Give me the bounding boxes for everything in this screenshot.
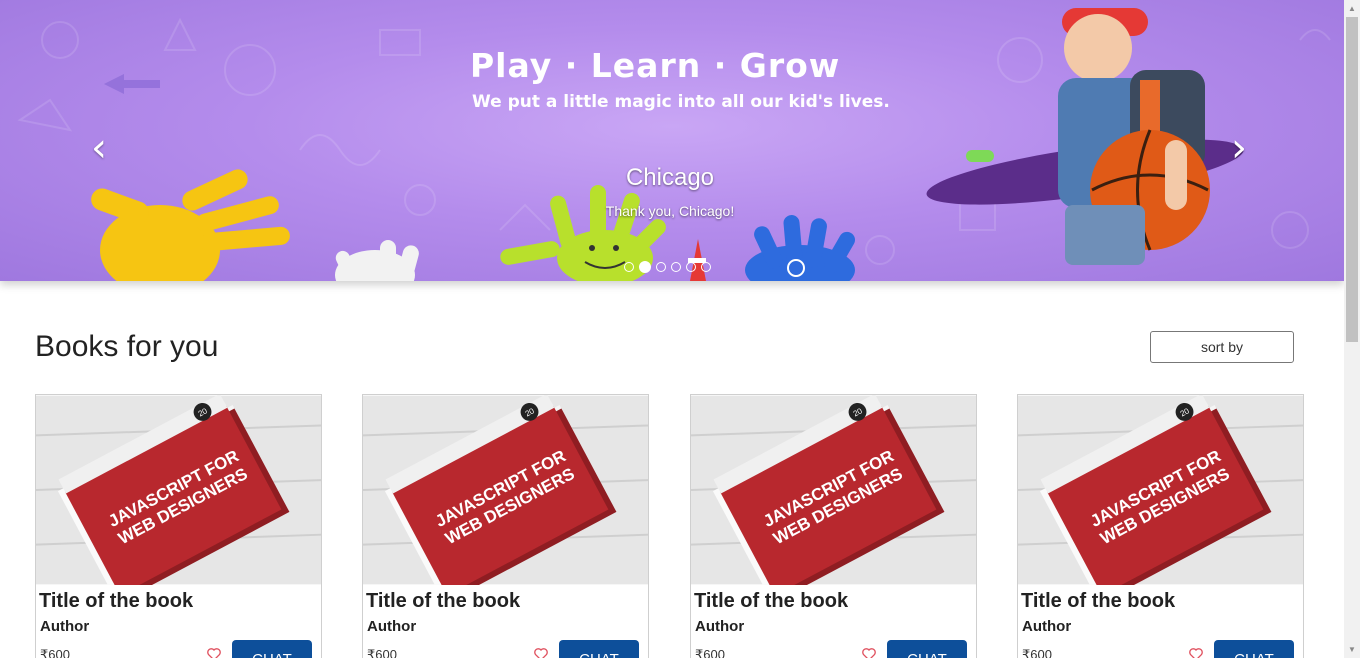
scrollbar-thumb[interactable] <box>1346 17 1358 342</box>
carousel-next-button[interactable]: › <box>1224 128 1254 168</box>
banner-headline: Play · Learn · Grow <box>470 46 841 85</box>
banner-subline: We put a little magic into all our kid's… <box>472 92 890 112</box>
carousel-caption-title: Chicago <box>625 164 715 191</box>
carousel-indicator-dot[interactable] <box>701 262 711 272</box>
chevron-right-icon: › <box>1231 125 1247 171</box>
carousel-indicator-dot[interactable] <box>656 262 666 272</box>
carousel-banner-image <box>17 8 1331 281</box>
chat-button[interactable]: CHAT <box>559 640 639 658</box>
book-title[interactable]: Title of the book <box>694 590 848 613</box>
chat-button[interactable]: CHAT <box>1214 640 1294 658</box>
book-card[interactable]: 20 JAVASCRIPT FOR WEB DESIGNERS Title of t… <box>362 394 649 658</box>
book-title[interactable]: Title of the book <box>366 590 520 613</box>
chevron-left-icon: ‹ <box>91 125 107 171</box>
book-title[interactable]: Title of the book <box>1021 590 1175 613</box>
carousel-indicator-dot[interactable] <box>686 262 696 272</box>
sort-by-button[interactable]: sort by <box>1150 331 1294 363</box>
heart-icon[interactable] <box>533 646 549 658</box>
section-title: Books for you <box>35 330 219 363</box>
heart-icon[interactable] <box>206 646 222 658</box>
book-author: Author <box>367 618 417 635</box>
book-cover-image: 20JAVASCRIPT FORWEB DESIGNERS <box>1018 395 1303 585</box>
book-author: Author <box>1022 618 1072 635</box>
book-author: Author <box>40 618 90 635</box>
carousel-indicators <box>624 261 711 274</box>
heart-icon[interactable] <box>861 646 877 658</box>
scroll-down-icon[interactable]: ▼ <box>1344 641 1360 658</box>
carousel-indicator-dot[interactable] <box>639 261 651 273</box>
chat-button[interactable]: CHAT <box>232 640 312 658</box>
chat-button[interactable]: CHAT <box>887 640 967 658</box>
page: Play · Learn · Grow We put a little magi… <box>0 0 1344 658</box>
page-scrollbar[interactable]: ▲ ▼ <box>1344 0 1360 658</box>
book-card[interactable]: 20 JAVASCRIPT FOR WEB DESIGNERS Title of t… <box>35 394 322 658</box>
book-card[interactable]: 20 JAVASCRIPT FOR WEB DESIGNERS Title of t… <box>1017 394 1304 658</box>
book-cover-image: 20JAVASCRIPT FORWEB DESIGNERS <box>36 395 321 585</box>
carousel-indicator-dot[interactable] <box>671 262 681 272</box>
book-price: ₹600 <box>367 647 397 658</box>
hero-carousel[interactable]: Play · Learn · Grow We put a little magi… <box>0 0 1344 281</box>
book-price: ₹600 <box>40 647 70 658</box>
book-price: ₹600 <box>695 647 725 658</box>
book-cover-image: 20JAVASCRIPT FORWEB DESIGNERS <box>363 395 648 585</box>
heart-icon[interactable] <box>1188 646 1204 658</box>
carousel-indicator-dot[interactable] <box>624 262 634 272</box>
book-cover-image: 20JAVASCRIPT FORWEB DESIGNERS <box>691 395 976 585</box>
book-price: ₹600 <box>1022 647 1052 658</box>
book-title[interactable]: Title of the book <box>39 590 193 613</box>
carousel-prev-button[interactable]: ‹ <box>84 128 114 168</box>
scroll-up-icon[interactable]: ▲ <box>1344 0 1360 17</box>
book-author: Author <box>695 618 745 635</box>
book-card[interactable]: 20 JAVASCRIPT FOR WEB DESIGNERS Title of t… <box>690 394 977 658</box>
carousel-caption-text: Thank you, Chicago! <box>605 203 735 219</box>
